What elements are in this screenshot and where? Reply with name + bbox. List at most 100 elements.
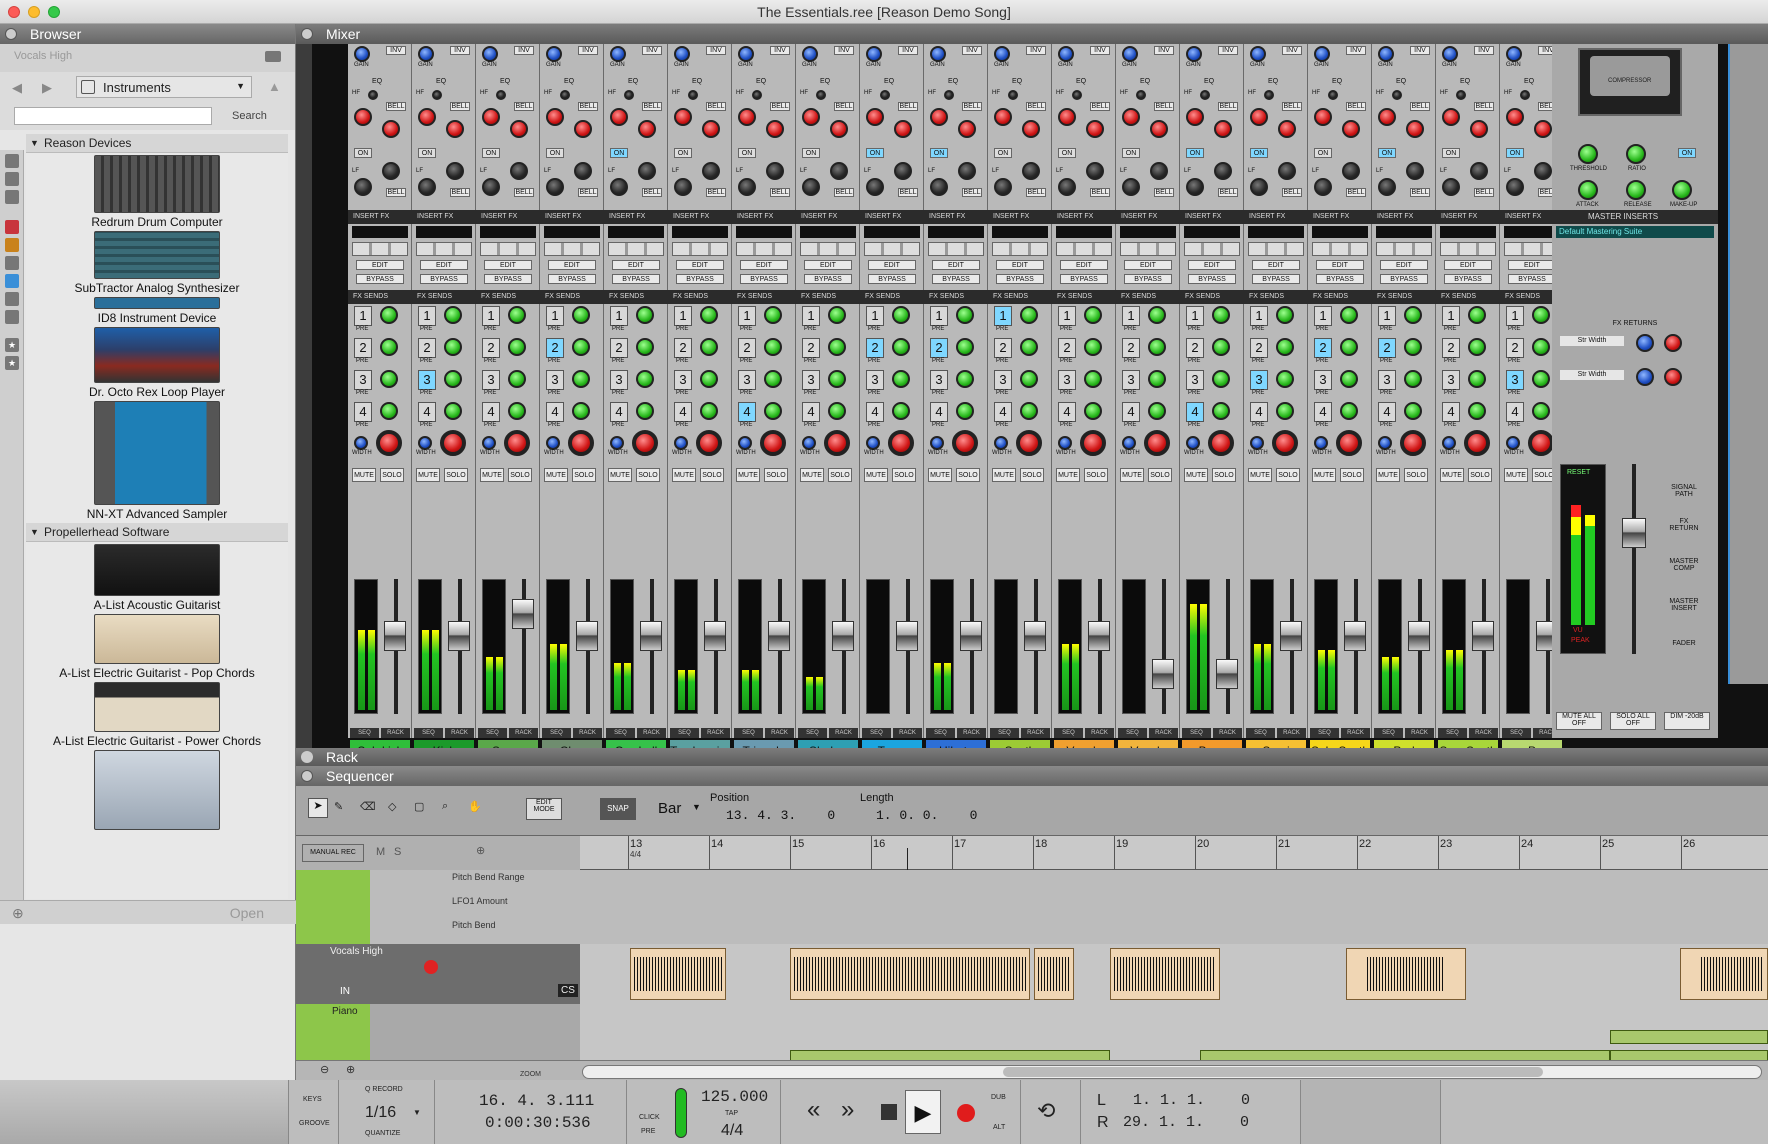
channel-fader[interactable] xyxy=(704,621,726,651)
channel-fader[interactable] xyxy=(448,621,470,651)
send-level-knob[interactable] xyxy=(1468,370,1486,388)
edit-button[interactable]: EDIT xyxy=(1380,260,1428,270)
fx-send-button[interactable]: 2 xyxy=(866,338,884,358)
hf-freq-knob[interactable] xyxy=(1392,90,1402,100)
arrow-tool-icon[interactable]: ➤ xyxy=(308,798,328,818)
send-level-knob[interactable] xyxy=(1532,306,1550,324)
pan-knob[interactable] xyxy=(1442,436,1456,450)
gain-knob[interactable] xyxy=(1122,46,1138,62)
rack-button[interactable]: RACK xyxy=(1469,728,1498,738)
eq-on-button[interactable]: ON xyxy=(994,148,1012,158)
audio-clip[interactable] xyxy=(1110,948,1220,1000)
cs-button[interactable]: CS xyxy=(558,984,578,997)
search-input[interactable] xyxy=(14,107,212,125)
pan-knob[interactable] xyxy=(930,436,944,450)
pan-knob[interactable] xyxy=(738,436,752,450)
invert-button[interactable]: INV xyxy=(1410,46,1430,55)
seq-button[interactable]: SEQ xyxy=(670,728,699,738)
gain-knob[interactable] xyxy=(930,46,946,62)
length-value[interactable]: 1. 0. 0. 0 xyxy=(876,808,977,823)
invert-button[interactable]: INV xyxy=(1282,46,1302,55)
fx-send-button[interactable]: 2 xyxy=(1122,338,1140,358)
hf-freq-knob[interactable] xyxy=(1328,90,1338,100)
bell-button[interactable]: BELL xyxy=(1154,188,1174,197)
rewind-icon[interactable]: « xyxy=(807,1096,820,1124)
send-level-knob[interactable] xyxy=(508,402,526,420)
hf-gain-knob[interactable] xyxy=(482,108,500,126)
bypass-button[interactable]: BYPASS xyxy=(1188,274,1236,284)
audio-clip[interactable] xyxy=(1034,948,1074,1000)
bypass-button[interactable]: BYPASS xyxy=(356,274,404,284)
pan-knob[interactable] xyxy=(1314,436,1328,450)
fx-send-button[interactable]: 4 xyxy=(738,402,756,422)
bell-button[interactable]: BELL xyxy=(1474,102,1494,111)
hf-gain-knob[interactable] xyxy=(674,108,692,126)
hf-freq-knob[interactable] xyxy=(1072,90,1082,100)
send-level-knob[interactable] xyxy=(828,370,846,388)
hmf-gain-knob[interactable] xyxy=(1342,120,1360,138)
mute-button[interactable]: MUTE xyxy=(416,468,440,482)
send-level-knob[interactable] xyxy=(1148,402,1166,420)
midi-clip[interactable] xyxy=(1610,1030,1768,1044)
bell-button[interactable]: BELL xyxy=(898,102,918,111)
hf-gain-knob[interactable] xyxy=(354,108,372,126)
send-level-knob[interactable] xyxy=(1212,338,1230,356)
reason-icon[interactable] xyxy=(5,238,19,252)
width-knob[interactable] xyxy=(632,430,658,456)
lf-freq-knob[interactable] xyxy=(354,178,372,196)
device-item[interactable] xyxy=(26,748,288,830)
send-level-knob[interactable] xyxy=(508,338,526,356)
lmf-freq-knob[interactable] xyxy=(1022,162,1040,180)
device-item[interactable]: Dr. Octo Rex Loop Player xyxy=(26,325,288,399)
insert-browse-icon[interactable] xyxy=(1248,242,1304,256)
fx-send-button[interactable]: 3 xyxy=(610,370,628,390)
insert-browse-icon[interactable] xyxy=(1312,242,1368,256)
mute-button[interactable]: MUTE xyxy=(736,468,760,482)
channel-fader[interactable] xyxy=(1280,621,1302,651)
invert-button[interactable]: INV xyxy=(386,46,406,55)
send-level-knob[interactable] xyxy=(1532,402,1550,420)
send-level-knob[interactable] xyxy=(636,402,654,420)
fx-send-button[interactable]: 4 xyxy=(482,402,500,422)
solo-button[interactable]: SOLO xyxy=(892,468,916,482)
bypass-button[interactable]: BYPASS xyxy=(932,274,980,284)
solo-button[interactable]: SOLO xyxy=(700,468,724,482)
return-pan-knob[interactable] xyxy=(1636,368,1654,386)
fx-send-button[interactable]: 1 xyxy=(994,306,1012,326)
fx-send-button[interactable]: 4 xyxy=(1314,402,1332,422)
send-level-knob[interactable] xyxy=(892,370,910,388)
lf-freq-knob[interactable] xyxy=(418,178,436,196)
insert-browse-icon[interactable] xyxy=(416,242,472,256)
track-vocals-high[interactable]: Vocals High IN CS xyxy=(296,944,580,1004)
group-propellerhead[interactable]: Propellerhead Software xyxy=(26,523,288,542)
locations-icon[interactable] xyxy=(5,154,19,168)
fx-send-button[interactable]: 4 xyxy=(1250,402,1268,422)
fx-send-button[interactable]: 3 xyxy=(1314,370,1332,390)
send-level-knob[interactable] xyxy=(636,370,654,388)
up-icon[interactable]: ▲ xyxy=(268,79,281,94)
input-label[interactable]: IN xyxy=(340,986,350,997)
hf-gain-knob[interactable] xyxy=(738,108,756,126)
fx-send-button[interactable]: 4 xyxy=(610,402,628,422)
fx-send-button[interactable]: 1 xyxy=(802,306,820,326)
hf-freq-knob[interactable] xyxy=(880,90,890,100)
fx-send-button[interactable]: 2 xyxy=(738,338,756,358)
seq-button[interactable]: SEQ xyxy=(990,728,1019,738)
fx-send-button[interactable]: 3 xyxy=(1122,370,1140,390)
fx-send-button[interactable]: 4 xyxy=(1122,402,1140,422)
rack-button[interactable]: RACK xyxy=(829,728,858,738)
bell-button[interactable]: BELL xyxy=(514,188,534,197)
eq-on-button[interactable]: ON xyxy=(1250,148,1268,158)
send-level-knob[interactable] xyxy=(1276,370,1294,388)
send-level-knob[interactable] xyxy=(444,306,462,324)
lf-freq-knob[interactable] xyxy=(1442,178,1460,196)
hmf-gain-knob[interactable] xyxy=(638,120,656,138)
pan-knob[interactable] xyxy=(418,436,432,450)
eq-on-button[interactable]: ON xyxy=(354,148,372,158)
seq-button[interactable]: SEQ xyxy=(606,728,635,738)
seq-button[interactable]: SEQ xyxy=(926,728,955,738)
channel-fader[interactable] xyxy=(384,621,406,651)
insert-browse-icon[interactable] xyxy=(672,242,728,256)
edit-button[interactable]: EDIT xyxy=(1124,260,1172,270)
insert-browse-icon[interactable] xyxy=(1376,242,1432,256)
